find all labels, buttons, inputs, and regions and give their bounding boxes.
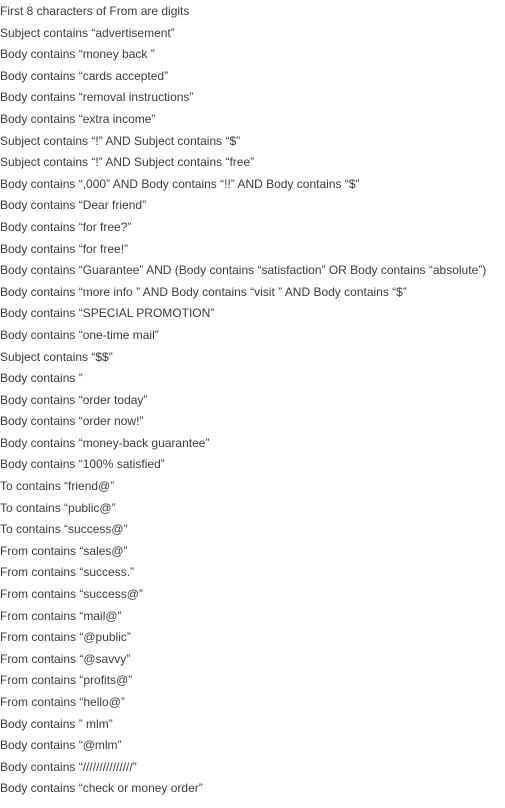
filter-rule: Body contains “money-back guarantee” <box>0 435 210 450</box>
filter-rule: Body contains “cards accepted” <box>0 68 169 83</box>
filter-rule: Body contains “extra income” <box>0 111 156 126</box>
filter-rule: Body contains “check or money order” <box>0 781 203 796</box>
filter-rule: From contains “sales@” <box>0 543 128 558</box>
filter-rule: Body contains “///////////////” <box>0 759 137 774</box>
filter-rule: Body contains “removal instructions” <box>0 90 194 105</box>
filter-rule: To contains “public@” <box>0 500 116 515</box>
filter-rule: From contains “@savvy” <box>0 651 131 666</box>
filter-rule: Body contains ” <box>0 371 83 386</box>
filter-rule: Body contains “Guarantee” AND (Body cont… <box>0 263 487 278</box>
filter-rule: Body contains “order now!” <box>0 414 144 429</box>
filter-rule: Body contains “@mlm” <box>0 738 122 753</box>
filter-rule: Body contains “Dear friend” <box>0 198 147 213</box>
filter-rule: Body contains ” mlm” <box>0 716 113 731</box>
filter-rule: First 8 characters of From are digits <box>0 4 190 18</box>
filter-rule: From contains “success.” <box>0 565 135 580</box>
filter-rule: Subject contains “advertisement” <box>0 25 175 40</box>
filter-rule: Subject contains “!” AND Subject contain… <box>0 133 241 148</box>
filter-rule: Body contains “for free!” <box>0 241 129 256</box>
filter-rule: Body contains “one-time mail” <box>0 327 159 342</box>
filter-rule: Body contains “more info ” AND Body cont… <box>0 284 407 299</box>
filter-rule: Body contains “for free?” <box>0 219 132 234</box>
filter-rule: Body contains “order today” <box>0 392 148 407</box>
filter-rule: Body contains “100% satisfied” <box>0 457 165 472</box>
filter-rule: Body contains “SPECIAL PROMOTION” <box>0 306 215 321</box>
filter-rule: Subject contains “$$” <box>0 349 113 364</box>
filter-rule: From contains “hello@” <box>0 695 125 709</box>
filter-rule: From contains “@public” <box>0 630 131 645</box>
filter-rule: From contains “success@” <box>0 587 143 602</box>
filter-rule: Body contains “money back ” <box>0 47 155 62</box>
filter-rule: From contains “mail@” <box>0 608 122 623</box>
filter-rule: Subject contains “!” AND Subject contain… <box>0 155 255 170</box>
filter-rule: To contains “success@” <box>0 522 128 537</box>
filter-rule: To contains “friend@” <box>0 479 115 494</box>
filter-rule: Body contains “,000” AND Body contains “… <box>0 176 360 191</box>
filter-rule-list: First 8 characters of From are digits Sub… <box>0 2 486 801</box>
filter-rule: From contains “profits@” <box>0 673 133 688</box>
